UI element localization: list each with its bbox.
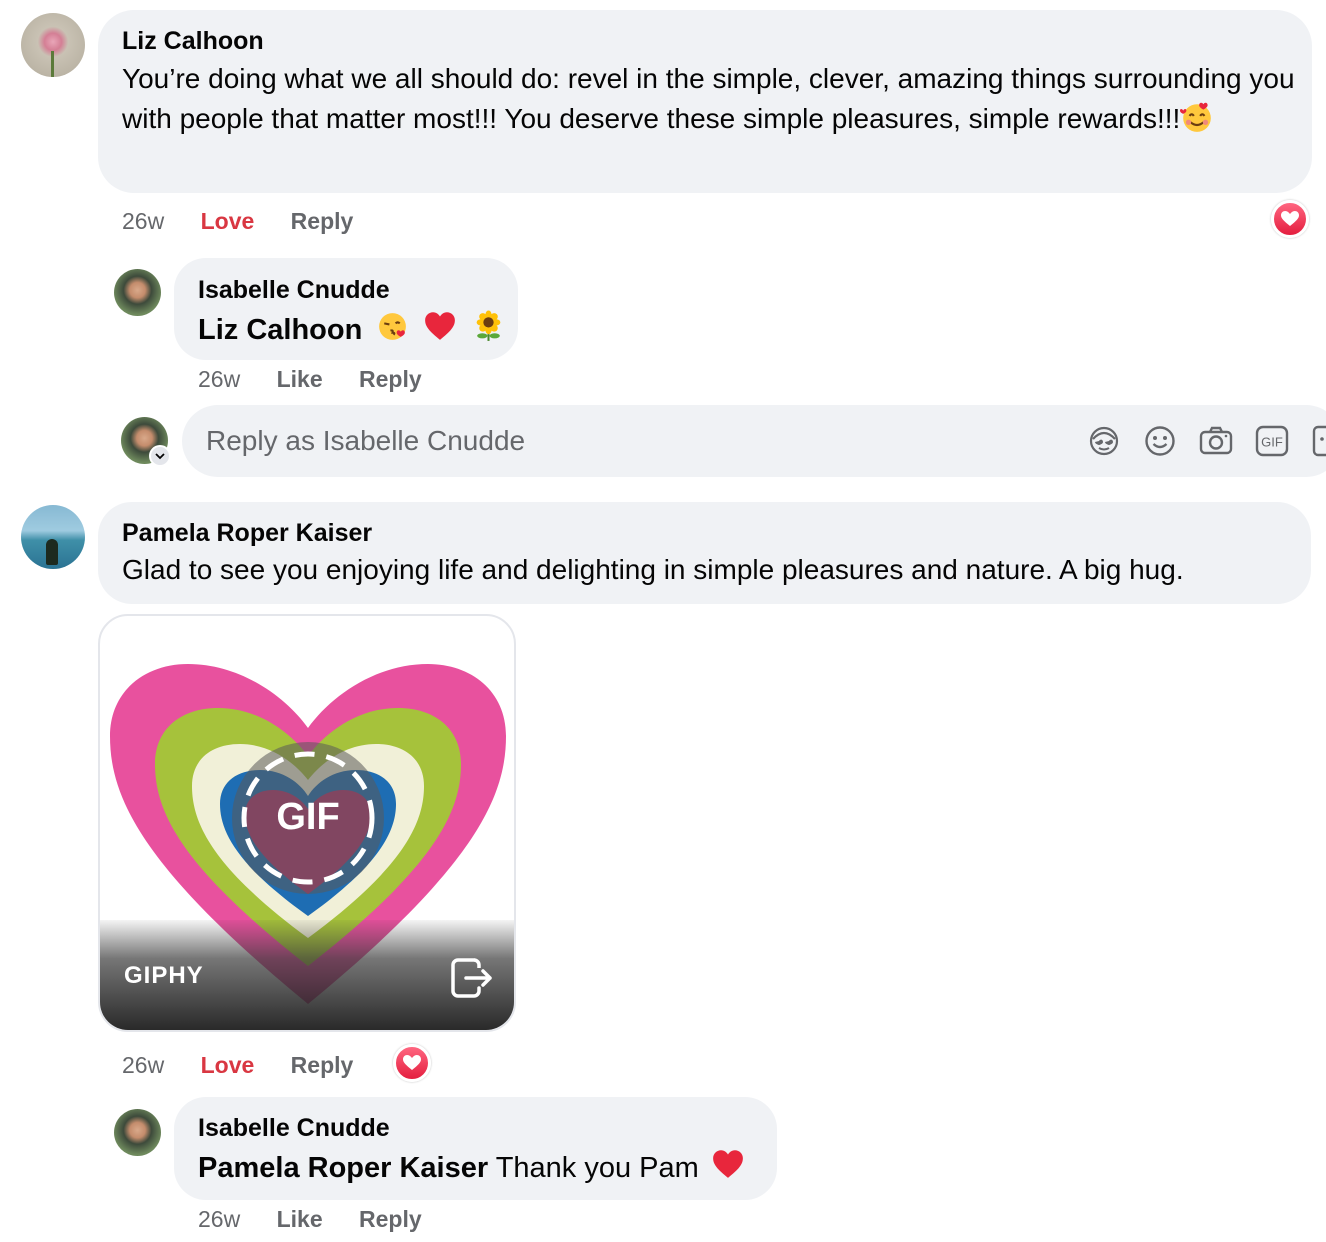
gif-play-badge[interactable]: GIF	[270, 796, 346, 839]
heart-icon	[403, 1055, 421, 1070]
comment-meta-liz: 26w Love Reply	[122, 208, 383, 235]
reply-text-body: Thank you Pam	[495, 1152, 699, 1184]
giphy-attribution[interactable]: GIPHY	[124, 962, 204, 990]
avatar-pamela-roper-kaiser[interactable]	[21, 505, 85, 569]
comment-text-body: You’re doing what we all should do: reve…	[122, 63, 1295, 134]
emoji-icon[interactable]	[1142, 423, 1178, 459]
red-heart-icon	[713, 1150, 743, 1178]
love-button[interactable]: Love	[201, 208, 255, 234]
reply-bubble-isabelle-1: Isabelle Cnudde Liz Calhoon	[174, 258, 518, 360]
heart-icon	[1281, 211, 1299, 226]
reply-text: Pamela Roper Kaiser Thank you Pam	[198, 1147, 745, 1186]
avatar-liz-calhoon[interactable]	[21, 13, 85, 77]
comment-author[interactable]: Pamela Roper Kaiser	[122, 519, 372, 548]
reply-meta-isabelle-1: 26w Like Reply	[198, 366, 452, 393]
reply-composer: GIF	[182, 405, 1326, 477]
timestamp[interactable]: 26w	[198, 366, 240, 392]
timestamp[interactable]: 26w	[198, 1206, 240, 1232]
red-heart-icon	[425, 312, 456, 340]
love-reaction-badge[interactable]	[1271, 200, 1309, 238]
camera-icon[interactable]	[1198, 423, 1234, 459]
comment-meta-pamela: 26w Love Reply	[122, 1052, 383, 1079]
comment-bubble-pamela: Pamela Roper Kaiser Glad to see you enjo…	[98, 502, 1311, 604]
reply-button[interactable]: Reply	[291, 208, 354, 234]
open-external-icon[interactable]	[448, 954, 496, 1002]
avatar-isabelle-cnudde[interactable]	[114, 1109, 161, 1156]
sunflower-icon	[476, 310, 500, 341]
comment-text: Glad to see you enjoying life and deligh…	[122, 554, 1184, 585]
reply-author[interactable]: Isabelle Cnudde	[198, 1114, 390, 1143]
love-button[interactable]: Love	[201, 1052, 255, 1078]
gif-icon[interactable]: GIF	[1254, 423, 1290, 459]
avatar-sticker-icon[interactable]	[1086, 423, 1122, 459]
smiling-face-with-hearts-icon	[1180, 102, 1212, 132]
chevron-down-icon[interactable]	[149, 445, 171, 467]
timestamp[interactable]: 26w	[122, 208, 164, 234]
comment-author[interactable]: Liz Calhoon	[122, 27, 264, 56]
love-reaction-badge[interactable]	[393, 1044, 431, 1082]
like-button[interactable]: Like	[277, 1206, 323, 1232]
avatar-isabelle-cnudde[interactable]	[114, 269, 161, 316]
reply-bubble-isabelle-2: Isabelle Cnudde Pamela Roper Kaiser Than…	[174, 1097, 777, 1200]
mention-link[interactable]: Liz Calhoon	[198, 314, 362, 346]
reply-author[interactable]: Isabelle Cnudde	[198, 276, 390, 305]
reply-text: Liz Calhoon	[198, 309, 505, 348]
comment-bubble-liz: Liz Calhoon You’re doing what we all sho…	[98, 10, 1312, 193]
comment-text: You’re doing what we all should do: reve…	[122, 59, 1297, 139]
svg-text:GIF: GIF	[1261, 435, 1283, 450]
reply-input[interactable]	[206, 419, 1026, 463]
kissing-face-icon	[379, 313, 407, 340]
composer-avatar[interactable]	[121, 417, 171, 467]
reply-button[interactable]: Reply	[291, 1052, 354, 1078]
reply-meta-isabelle-2: 26w Like Reply	[198, 1206, 452, 1233]
like-button[interactable]: Like	[277, 366, 323, 392]
reply-button[interactable]: Reply	[359, 1206, 422, 1232]
mention-link[interactable]: Pamela Roper Kaiser	[198, 1152, 488, 1184]
timestamp[interactable]: 26w	[122, 1052, 164, 1078]
reply-button[interactable]: Reply	[359, 366, 422, 392]
gif-attachment[interactable]: GIF GIPHY	[98, 614, 516, 1032]
sticker-icon[interactable]	[1310, 423, 1326, 459]
